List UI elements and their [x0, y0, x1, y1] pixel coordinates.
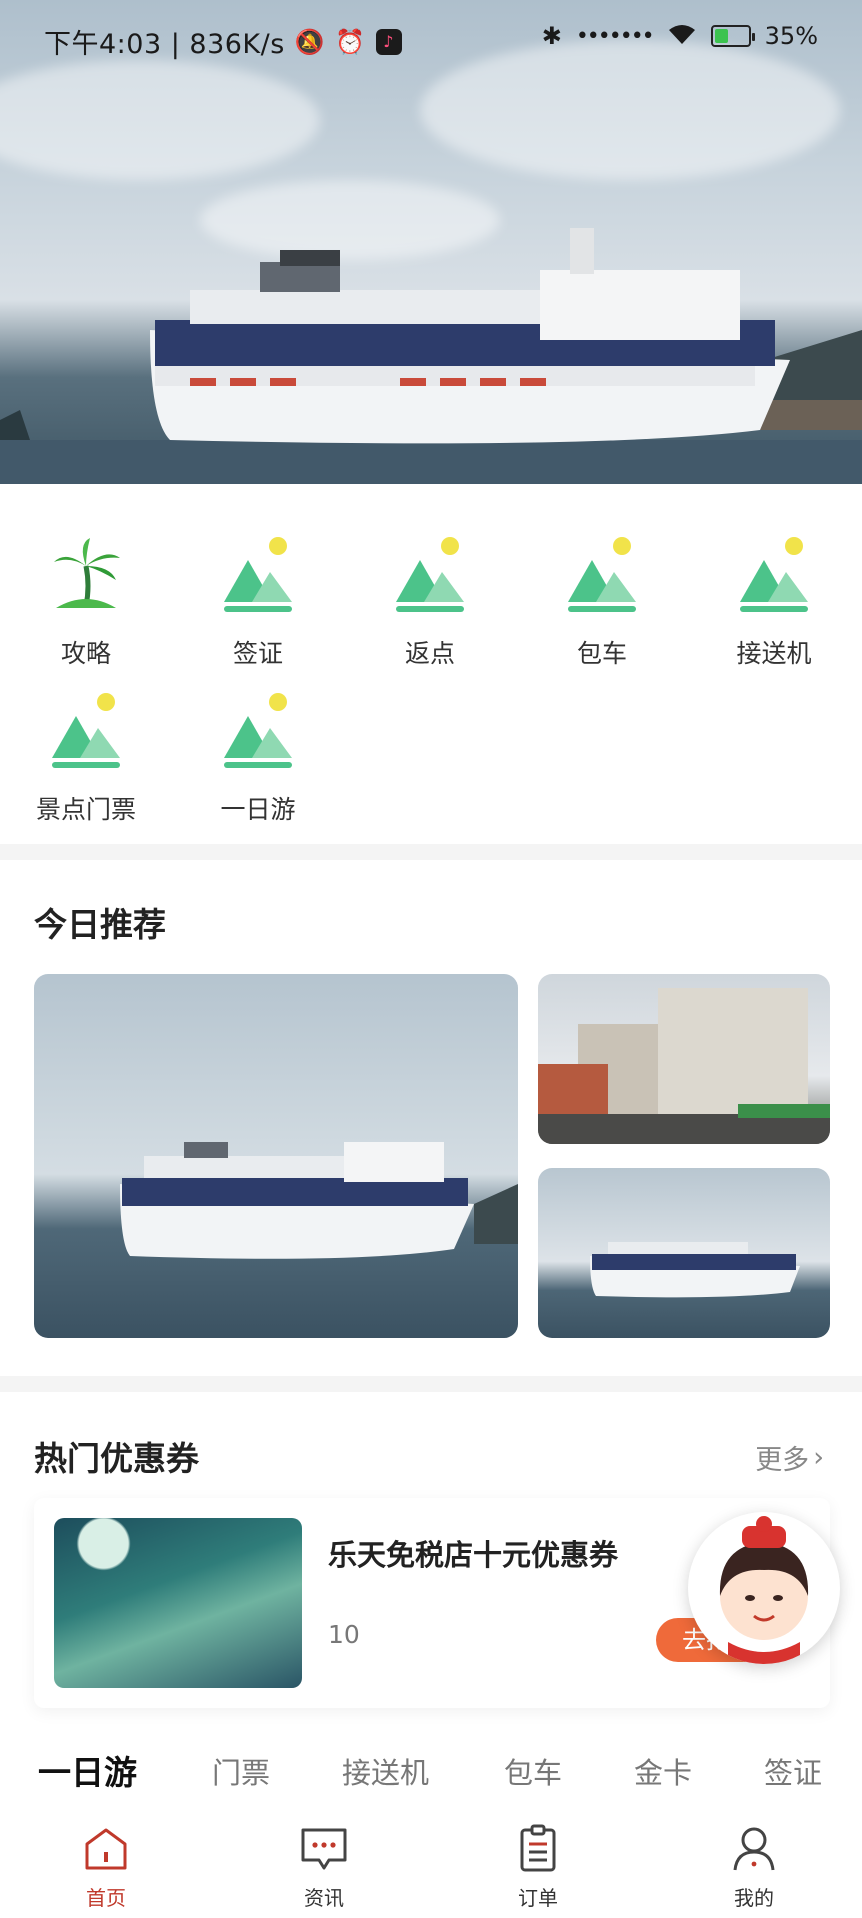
tab-tickets[interactable]: 门票: [212, 1750, 270, 1792]
palm-tree-icon: [46, 536, 126, 616]
menu-item-visa[interactable]: 签证: [178, 536, 338, 670]
mute-icon: 🔕: [294, 27, 326, 56]
tab-gold-card[interactable]: 金卡: [634, 1750, 692, 1792]
user-icon: [729, 1824, 779, 1874]
status-bar: 下午4:03 | 836K/s 🔕 ⏰ ♪ ✱ ••••••• 35%: [0, 0, 862, 80]
menu-item-tickets[interactable]: 景点门票: [6, 692, 166, 826]
coupon-image: [54, 1518, 302, 1688]
tiktok-icon: ♪: [375, 28, 402, 55]
status-left: 下午4:03 | 836K/s 🔕 ⏰ ♪: [44, 22, 402, 61]
home-icon: [81, 1824, 131, 1874]
cartoon-girl-icon: [719, 1516, 809, 1664]
menu-label: 攻略: [60, 639, 111, 668]
cruise-ship-image: [590, 1242, 800, 1298]
more-link[interactable]: 更多 ›: [755, 1438, 824, 1477]
landscape-icon: [562, 536, 642, 616]
menu-label: 返点: [404, 639, 455, 668]
bottom-nav: 首页 资讯 订单 我的: [0, 1808, 862, 1918]
recommend-photo-cruise-small[interactable]: [538, 1168, 830, 1338]
quick-menu: 攻略 签证 返点 包车 接送机 景点门票 一日游: [0, 484, 862, 844]
landscape-icon: [218, 692, 298, 772]
signal-dots: •••••••: [575, 23, 655, 49]
menu-item-charter[interactable]: 包车: [522, 536, 682, 670]
nav-label: 首页: [86, 1886, 126, 1910]
battery-percent: 35%: [764, 22, 818, 50]
nav-news[interactable]: 资讯: [264, 1824, 384, 1911]
nav-me[interactable]: 我的: [694, 1824, 814, 1911]
more-label: 更多: [755, 1445, 810, 1476]
recommend-title: 今日推荐: [34, 905, 166, 944]
cruise-ship-image: [120, 1142, 518, 1259]
menu-item-day-tour[interactable]: 一日游: [178, 692, 338, 826]
nav-label: 我的: [734, 1886, 774, 1910]
hero-banner[interactable]: 下午4:03 | 836K/s 🔕 ⏰ ♪ ✱ ••••••• 35%: [0, 0, 862, 484]
today-recommend-section: 今日推荐: [0, 860, 862, 1376]
landscape-icon: [390, 536, 470, 616]
menu-label: 签证: [232, 639, 283, 668]
tab-visa[interactable]: 签证: [764, 1750, 822, 1792]
city-buildings-image: [538, 988, 830, 1144]
wifi-icon: [667, 22, 697, 50]
recommend-photo-cruise-large[interactable]: [34, 974, 518, 1338]
status-right: ✱ ••••••• 35%: [542, 22, 818, 50]
tab-charter[interactable]: 包车: [504, 1750, 562, 1792]
chevron-right-icon: ›: [813, 1442, 824, 1473]
alarm-icon: ⏰: [335, 27, 366, 56]
menu-item-guide[interactable]: 攻略: [6, 536, 166, 670]
menu-label: 接送机: [736, 639, 812, 668]
order-icon: [513, 1824, 563, 1874]
tab-airport-transfer[interactable]: 接送机: [342, 1750, 429, 1792]
menu-label: 一日游: [220, 795, 296, 824]
menu-item-rebate[interactable]: 返点: [350, 536, 510, 670]
customer-service-avatar[interactable]: [688, 1512, 840, 1664]
coupons-title: 热门优惠券: [34, 1439, 199, 1478]
bluetooth-icon: ✱: [541, 22, 562, 50]
landscape-icon: [218, 536, 298, 616]
landscape-icon: [46, 692, 126, 772]
menu-item-airport-transfer[interactable]: 接送机: [694, 536, 854, 670]
recommend-photo-city[interactable]: [538, 974, 830, 1144]
nav-label: 资讯: [304, 1886, 344, 1910]
tab-day-tour[interactable]: 一日游: [38, 1746, 137, 1794]
time-speed: 下午4:03 | 836K/s: [44, 29, 285, 60]
landscape-icon: [734, 536, 814, 616]
nav-home[interactable]: 首页: [46, 1824, 166, 1911]
nav-orders[interactable]: 订单: [478, 1824, 598, 1911]
coupon-title: 乐天免税店十元优惠券: [328, 1538, 619, 1572]
nav-label: 订单: [518, 1886, 558, 1910]
coupon-price: 10: [328, 1620, 360, 1649]
menu-label: 景点门票: [35, 795, 136, 824]
category-tabs: 一日游 门票 接送机 包车 金卡 签证: [0, 1746, 862, 1808]
chat-icon: [299, 1824, 349, 1874]
menu-label: 包车: [576, 639, 627, 668]
battery-icon: [710, 25, 755, 47]
